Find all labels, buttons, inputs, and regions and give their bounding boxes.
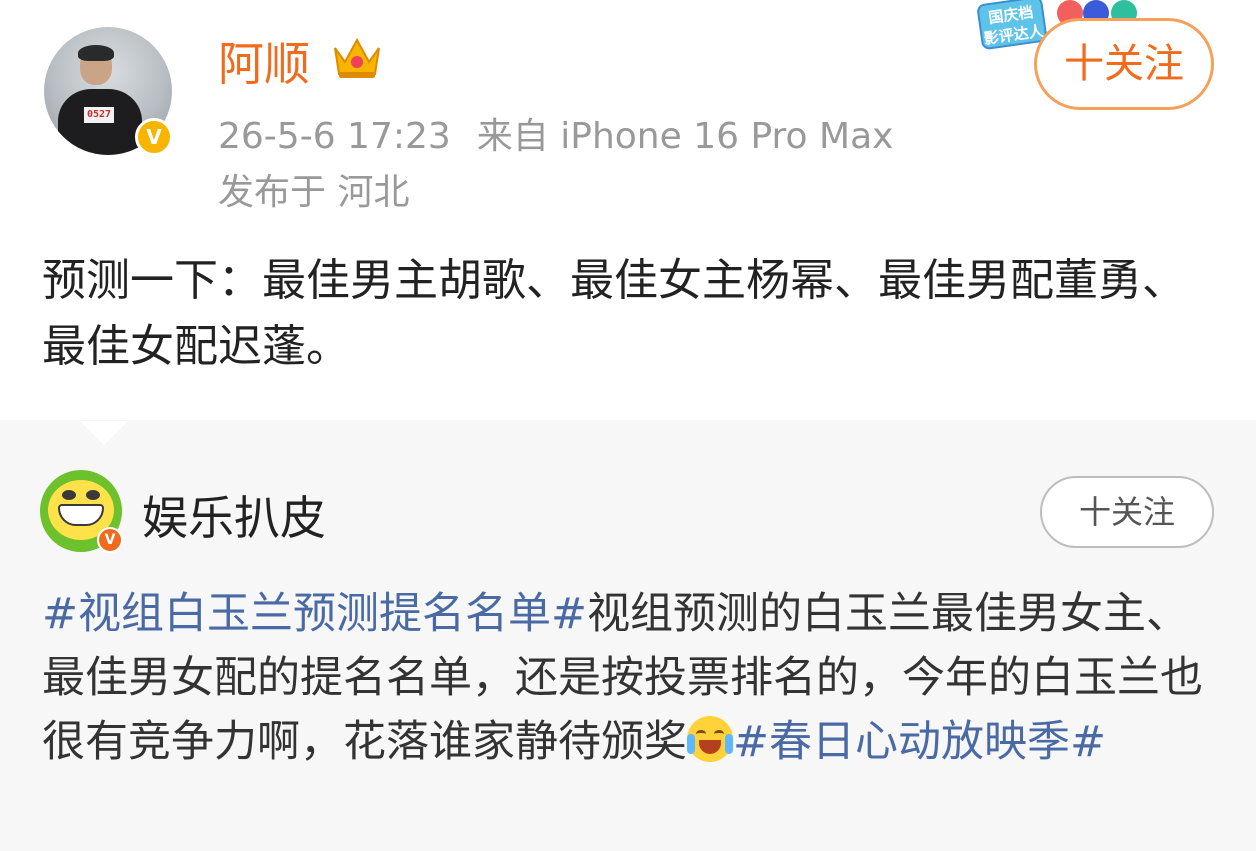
repost-username[interactable]: 娱乐扒皮 bbox=[142, 482, 326, 548]
badge-label: 国庆档 影评达人 bbox=[976, 0, 1048, 51]
post-body-text: 预测一下：最佳男主胡歌、最佳女主杨幂、最佳男配董勇、最佳女配迟蓬。 bbox=[42, 255, 1186, 372]
crown-icon bbox=[334, 37, 380, 78]
repost-pointer bbox=[80, 421, 128, 445]
avatar-eye bbox=[86, 490, 100, 500]
post-source: 来自 iPhone 16 Pro Max bbox=[476, 116, 894, 157]
username[interactable]: 阿顺 bbox=[218, 28, 310, 94]
post-meta: 26-5-6 17:23 来自 iPhone 16 Pro Max bbox=[218, 107, 919, 159]
repost-follow-button[interactable]: 十关注 bbox=[1040, 476, 1214, 548]
laugh-cry-emoji-icon bbox=[687, 716, 733, 762]
repost-body-text: #视组白玉兰预测提名名单#视组预测的白玉兰最佳男女主、最佳男女配的提名名单，还是… bbox=[42, 582, 1222, 774]
post-header: 0527 V 阿顺 26-5-6 17:23 来自 iPhone 16 Pro M… bbox=[0, 0, 1256, 225]
repost-verified-icon: V bbox=[97, 527, 123, 553]
post-location: 发布于 河北 bbox=[218, 172, 410, 213]
topic-link[interactable]: #春日心动放映季# bbox=[733, 717, 1106, 767]
post-timestamp: 26-5-6 17:23 bbox=[218, 116, 451, 157]
follow-button[interactable]: 十关注 bbox=[1034, 18, 1214, 110]
avatar-eye bbox=[62, 490, 76, 500]
avatar-bib: 0527 bbox=[84, 107, 114, 123]
topic-link[interactable]: #视组白玉兰预测提名名单# bbox=[42, 589, 587, 639]
avatar-hair bbox=[78, 45, 114, 61]
verified-icon: V bbox=[135, 118, 173, 156]
